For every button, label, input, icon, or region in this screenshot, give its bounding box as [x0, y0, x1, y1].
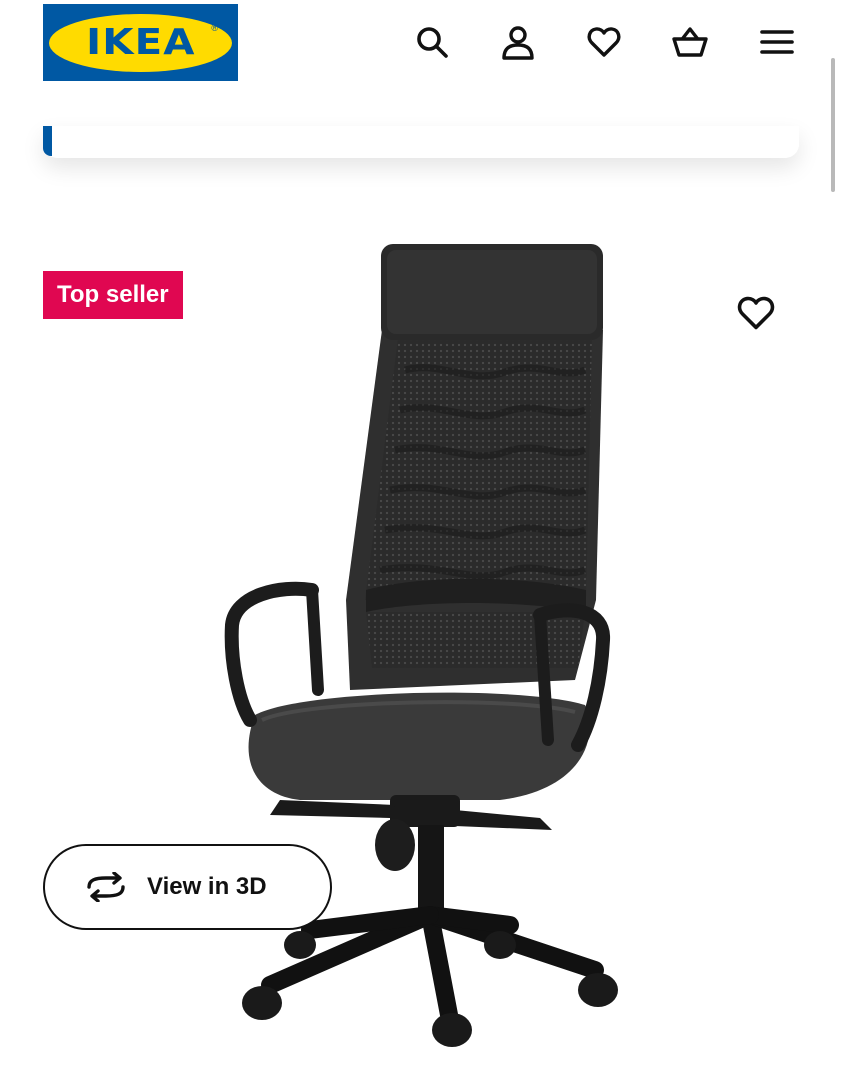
search-panel-accent: [43, 126, 52, 156]
search-panel: [43, 126, 799, 158]
basket-icon[interactable]: [670, 22, 710, 62]
logo-registered-mark: ®: [211, 22, 218, 33]
view-in-3d-label: View in 3D: [147, 873, 267, 900]
ikea-logo[interactable]: IKEA ®: [43, 4, 238, 81]
rotate-3d-icon: [83, 864, 129, 910]
heart-icon[interactable]: [584, 22, 624, 62]
search-icon[interactable]: [412, 22, 452, 62]
view-in-3d-button[interactable]: View in 3D: [43, 844, 332, 930]
search-panel-body: [52, 126, 799, 158]
product-image-chair: [224, 244, 618, 1047]
favourite-heart-icon[interactable]: [734, 291, 778, 335]
logo-oval: IKEA ®: [49, 13, 232, 72]
logo-text: IKEA: [85, 22, 196, 63]
account-icon[interactable]: [498, 22, 538, 62]
scrollbar[interactable]: [831, 58, 835, 192]
top-seller-badge: Top seller: [43, 271, 183, 319]
menu-icon[interactable]: [757, 22, 797, 62]
